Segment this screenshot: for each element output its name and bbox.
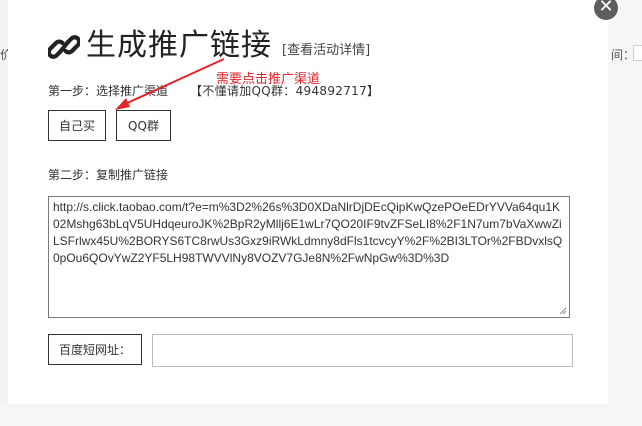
step2-label: 第二步：复制推广链接 <box>48 168 169 182</box>
step1-label: 第一步：选择推广渠道 <box>48 84 169 98</box>
short-url-input[interactable] <box>152 334 573 367</box>
background-field-input[interactable] <box>633 45 642 61</box>
link-icon <box>48 35 80 59</box>
channel-button-self-buy[interactable]: 自己买 <box>48 110 106 141</box>
generate-link-dialog: 生成推广链接 [查看活动详情] 第一步：选择推广渠道 【不懂请加QQ群：4948… <box>8 0 608 404</box>
background-field-label: 间： <box>611 48 636 62</box>
promotion-link-textarea[interactable]: http://s.click.taobao.com/t?e=m%3D2%26s%… <box>48 196 570 318</box>
short-url-label: 百度短网址： <box>48 334 142 365</box>
resize-handle-icon[interactable] <box>559 307 567 315</box>
background-page-left: 价 <box>0 0 12 426</box>
annotation-text: 需要点击推广渠道 <box>216 72 321 87</box>
dialog-title: 生成推广链接 <box>86 28 272 63</box>
background-page-bottom <box>0 404 642 426</box>
view-activity-details-link[interactable]: [查看活动详情] <box>282 39 370 58</box>
background-page-right: 间： <box>607 0 642 426</box>
channel-button-qq-group[interactable]: QQ群 <box>116 110 171 141</box>
dialog-header: 生成推广链接 [查看活动详情] <box>48 24 370 64</box>
promotion-link-text: http://s.click.taobao.com/t?e=m%3D2%26s%… <box>53 200 563 265</box>
